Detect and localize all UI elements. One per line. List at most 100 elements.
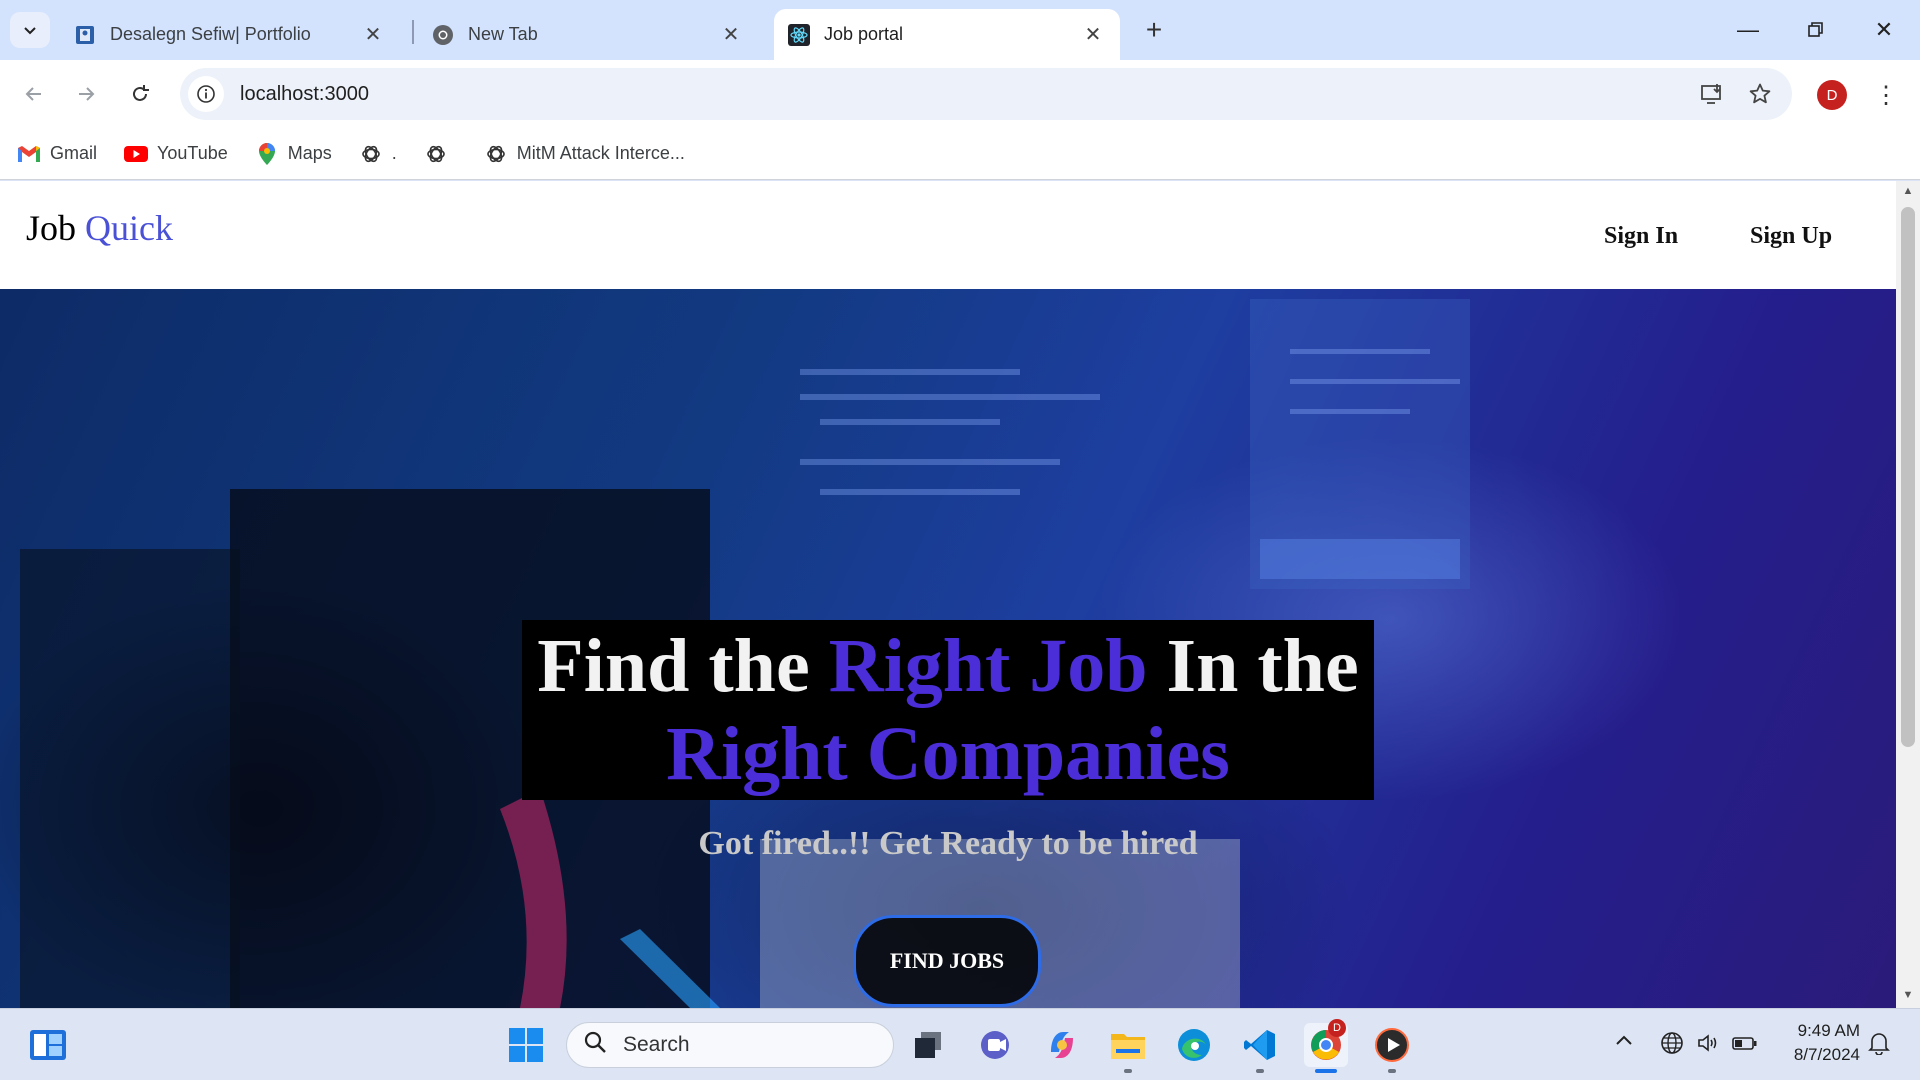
hero-section: Find the Right Job In the Right Companie…	[0, 289, 1896, 1008]
chrome-taskbar-icon[interactable]: D	[1304, 1019, 1348, 1067]
bookmark-label: Gmail	[50, 143, 98, 163]
reload-button[interactable]	[122, 76, 158, 112]
site-logo[interactable]: Job Quick	[26, 207, 173, 249]
bookmark-openai-1[interactable]: .	[358, 143, 397, 165]
bookmark-gmail[interactable]: Gmail	[16, 143, 97, 165]
start-windows-icon[interactable]	[504, 1023, 548, 1067]
close-icon[interactable]: ✕	[360, 22, 386, 48]
tab-title: New Tab	[468, 24, 538, 44]
restore-icon	[1808, 22, 1823, 37]
bookmark-label: YouTube	[157, 143, 228, 163]
back-button[interactable]	[16, 76, 52, 112]
task-view-icon[interactable]	[906, 1023, 950, 1067]
tab-job-portal[interactable]: Job portal ✕	[774, 9, 1120, 60]
restore-button[interactable]	[1794, 12, 1838, 48]
chrome-favicon	[432, 24, 454, 46]
hero-subtitle: Got fired..!! Get Ready to be hired	[698, 825, 1198, 862]
more-menu-icon[interactable]: ⋮	[1872, 78, 1900, 112]
hero-title-highlight: Right Companies	[666, 712, 1230, 796]
gmail-icon	[16, 143, 42, 165]
tab-divider	[412, 20, 414, 44]
scroll-up-arrow-icon[interactable]: ▲	[1902, 185, 1914, 197]
bookmark-mitm[interactable]: MitM Attack Interce...	[483, 143, 685, 165]
arrow-left-icon	[25, 87, 41, 101]
new-tab-button[interactable]: +	[1138, 14, 1170, 46]
vscode-icon[interactable]	[1238, 1023, 1282, 1067]
clock-time: 9:49 AM	[1797, 1021, 1860, 1040]
network-globe-icon[interactable]	[1660, 1031, 1684, 1061]
bookmark-maps[interactable]: Maps	[254, 142, 332, 165]
show-hidden-icons-chevron-icon[interactable]	[1614, 1031, 1634, 1057]
battery-icon[interactable]	[1732, 1031, 1758, 1061]
edge-icon[interactable]	[1172, 1023, 1216, 1067]
running-indicator	[1256, 1069, 1264, 1073]
bookmark-youtube[interactable]: YouTube	[123, 143, 228, 165]
teams-meet-icon[interactable]	[974, 1023, 1018, 1067]
bookmark-label: .	[391, 143, 397, 163]
site-info-icon[interactable]	[188, 76, 224, 112]
bookmark-star-icon[interactable]	[1744, 78, 1776, 110]
scroll-thumb[interactable]	[1901, 207, 1915, 747]
chevron-down-icon	[24, 27, 36, 35]
tab-title: Job portal	[824, 24, 904, 44]
site-navbar: Job Quick Sign In Sign Up	[0, 181, 1896, 289]
bookmark-label: MitM Attack Interce...	[516, 143, 685, 163]
portfolio-favicon	[74, 24, 96, 46]
tab-title: Desalegn Sefiw| Portfolio	[110, 24, 311, 44]
sign-in-link[interactable]: Sign In	[1604, 223, 1678, 250]
logo-accent-text: Quick	[85, 208, 173, 248]
url-text[interactable]: localhost:3000	[240, 83, 369, 106]
reload-icon	[133, 85, 149, 101]
close-window-button[interactable]: ✕	[1862, 12, 1906, 48]
bookmark-label: Maps	[287, 143, 332, 163]
hero-title-highlight: Right Job	[828, 624, 1148, 708]
tab-portfolio[interactable]: Desalegn Sefiw| Portfolio ✕	[60, 9, 400, 60]
sign-up-link[interactable]: Sign Up	[1750, 223, 1832, 250]
find-jobs-button[interactable]: FIND JOBS	[853, 915, 1041, 1007]
page-scrollbar[interactable]: ▲ ▼	[1896, 181, 1920, 1008]
bookmark-openai-2[interactable]	[423, 143, 457, 165]
page-viewport: Job Quick Sign In Sign Up Find the Right…	[0, 181, 1896, 1008]
copilot-icon[interactable]	[1040, 1023, 1084, 1067]
widgets-icon[interactable]	[26, 1023, 70, 1067]
react-favicon	[788, 23, 810, 46]
hero-title-box: Find the Right Job In the Right Companie…	[522, 620, 1374, 800]
media-player-icon[interactable]	[1370, 1023, 1414, 1067]
logo-text: Job	[26, 208, 77, 248]
clock-date: 8/7/2024	[1793, 1045, 1860, 1064]
taskbar-search[interactable]: Search	[566, 1022, 894, 1068]
tab-search-button[interactable]	[10, 12, 50, 48]
youtube-icon	[123, 143, 149, 165]
hero-title-text: In the	[1166, 624, 1359, 708]
forward-button[interactable]	[68, 76, 104, 112]
active-indicator	[1315, 1069, 1337, 1073]
chrome-profile-badge: D	[1328, 1019, 1346, 1037]
browser-toolbar: localhost:3000 D ⋮	[0, 60, 1920, 128]
system-clock[interactable]: 9:49 AM 8/7/2024	[1776, 1019, 1860, 1067]
hero-title: Find the Right Job In the Right Companie…	[522, 622, 1374, 798]
windows-taskbar: Search D 9:49 AM 8/7/2024	[0, 1008, 1920, 1080]
install-app-icon[interactable]	[1696, 78, 1728, 110]
close-icon[interactable]: ✕	[718, 22, 744, 48]
arrow-right-icon	[79, 87, 95, 101]
search-icon	[583, 1030, 611, 1061]
close-icon[interactable]: ✕	[1080, 22, 1106, 48]
maps-icon	[254, 142, 280, 165]
search-placeholder: Search	[623, 1033, 690, 1056]
notification-bell-icon[interactable]	[1868, 1031, 1890, 1061]
openai-icon	[483, 143, 509, 165]
running-indicator	[1124, 1069, 1132, 1073]
minimize-button[interactable]: —	[1726, 12, 1770, 48]
file-explorer-icon[interactable]	[1106, 1023, 1150, 1067]
hero-title-text: Find the	[537, 624, 810, 708]
tab-new-tab[interactable]: New Tab ✕	[418, 9, 758, 60]
volume-icon[interactable]	[1696, 1031, 1720, 1061]
openai-icon	[423, 143, 449, 165]
address-bar[interactable]: localhost:3000	[180, 68, 1792, 120]
running-indicator	[1388, 1069, 1396, 1073]
bookmarks-bar: Gmail YouTube Maps . MitM Attack Interce…	[0, 128, 1920, 180]
openai-icon	[358, 143, 384, 165]
scroll-down-arrow-icon[interactable]: ▼	[1902, 989, 1914, 1001]
tab-strip: Desalegn Sefiw| Portfolio ✕ New Tab ✕ Jo…	[0, 0, 1920, 60]
profile-avatar[interactable]: D	[1817, 80, 1847, 110]
